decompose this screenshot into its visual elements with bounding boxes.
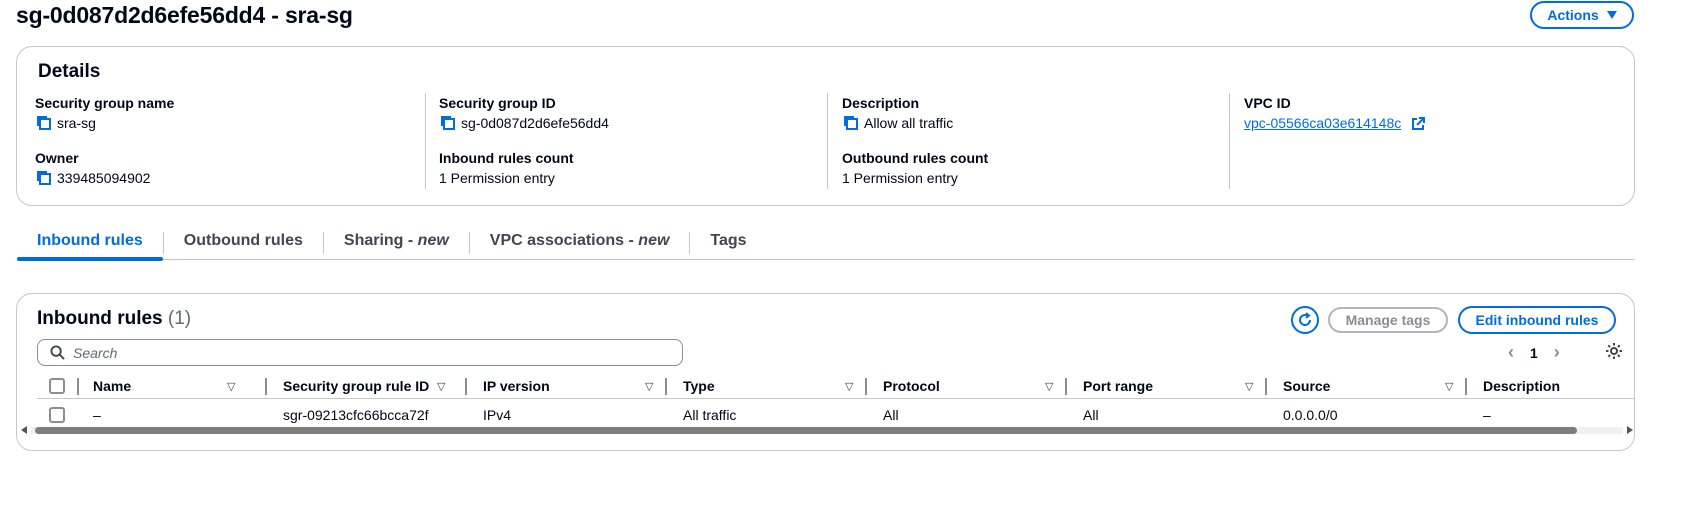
detail-value: 1 Permission entry [842,170,958,186]
table-cell: IPv4 [483,407,512,423]
inbound-rules-title: Inbound rules [37,308,163,329]
search-input[interactable] [73,344,653,361]
detail-owner: Owner 339485094902 [35,148,415,203]
detail-value: 1 Permission entry [439,170,555,186]
details-column-1: Security group name sra-sg Owner 3394850… [35,93,415,203]
detail-value: sra-sg [57,115,96,131]
table-cell: – [93,407,101,423]
detail-value: Allow all traffic [864,115,954,131]
row-select-cell [37,407,87,423]
sort-icon[interactable]: ▽ [1445,380,1453,393]
copy-icon[interactable] [35,114,53,132]
column-divider [1229,93,1230,189]
table-cell: All [1083,407,1099,423]
inbound-rules-panel: Inbound rules (1) Manage tags Edit inbou… [16,293,1635,451]
column-header-port-range[interactable]: Port range ▽ [1067,374,1267,399]
refresh-button[interactable] [1291,306,1319,334]
sort-icon[interactable]: ▽ [845,380,853,393]
copy-icon[interactable] [35,169,53,187]
next-page-icon[interactable]: › [1554,342,1560,363]
table-cell: – [1483,407,1491,423]
select-all-checkbox[interactable] [49,378,65,394]
details-heading: Details [38,61,101,82]
table-header-row: Name ▽ Security group rule ID ▽ IP versi… [37,374,1634,399]
column-header-rule-id[interactable]: Security group rule ID ▽ [267,374,467,399]
detail-label: Description [842,95,920,111]
manage-tags-button[interactable]: Manage tags [1328,307,1448,333]
search-field[interactable] [37,339,683,366]
current-page-number[interactable]: 1 [1530,345,1538,361]
details-panel: Details Security group name sra-sg Owner… [16,46,1635,206]
detail-description: Description Allow all traffic [842,93,1222,148]
detail-vpc-id: VPC ID vpc-05566ca03e614148c [1244,93,1624,148]
select-all-cell [37,374,87,399]
table-cell: sgr-09213cfc66bcca72f [283,407,429,423]
row-checkbox[interactable] [49,407,65,423]
table-cell: All traffic [683,407,737,423]
scrollbar-thumb[interactable] [35,427,1577,434]
horizontal-scrollbar[interactable] [21,425,1633,435]
details-column-4: VPC ID vpc-05566ca03e614148c [1244,93,1624,148]
table-cell: All [883,407,899,423]
caret-down-icon [1606,11,1617,19]
page-title: sg-0d087d2d6efe56dd4 - sra-sg [16,2,353,28]
column-header-ip-version[interactable]: IP version ▽ [467,374,667,399]
tab-bar: Inbound rules Outbound rules Sharing - n… [17,226,1635,261]
actions-button-label: Actions [1547,7,1599,23]
previous-page-icon[interactable]: ‹ [1508,342,1514,363]
inbound-rules-table: Name ▽ Security group rule ID ▽ IP versi… [37,374,1634,431]
tab-outbound-rules[interactable]: Outbound rules [164,226,323,259]
detail-value: 339485094902 [57,170,151,186]
tab-tags[interactable]: Tags [690,226,766,259]
detail-label: VPC ID [1244,95,1291,111]
detail-security-group-id: Security group ID sg-0d087d2d6efe56dd4 [439,93,819,148]
edit-inbound-rules-button[interactable]: Edit inbound rules [1458,306,1616,334]
scroll-left-icon[interactable] [21,426,27,434]
inbound-rules-heading: Inbound rules (1) [37,308,191,330]
detail-label: Security group ID [439,95,556,111]
copy-icon[interactable] [842,114,860,132]
detail-inbound-rules-count: Inbound rules count 1 Permission entry [439,148,819,203]
sort-icon[interactable]: ▽ [645,380,653,393]
column-divider [425,93,426,189]
table-cell: 0.0.0.0/0 [1283,407,1338,423]
detail-security-group-name: Security group name sra-sg [35,93,415,148]
column-header-protocol[interactable]: Protocol ▽ [867,374,1067,399]
sort-icon[interactable]: ▽ [227,380,235,393]
detail-value: sg-0d087d2d6efe56dd4 [461,115,609,131]
column-header-name[interactable]: Name ▽ [87,374,267,399]
column-divider [827,93,828,189]
tab-sharing[interactable]: Sharing - new [324,226,469,259]
vpc-id-link[interactable]: vpc-05566ca03e614148c [1244,113,1401,133]
inbound-rules-count: (1) [167,308,192,329]
column-header-description[interactable]: Description [1467,374,1634,399]
actions-button[interactable]: Actions [1530,1,1634,29]
copy-icon[interactable] [439,114,457,132]
column-header-type[interactable]: Type ▽ [667,374,867,399]
detail-label: Outbound rules count [842,150,989,166]
pagination: ‹ 1 › [1508,342,1560,363]
tab-vpc-associations[interactable]: VPC associations - new [470,226,690,259]
detail-label: Security group name [35,95,175,111]
sort-icon[interactable]: ▽ [437,380,445,393]
search-icon [50,345,65,360]
tab-inbound-rules[interactable]: Inbound rules [17,226,163,261]
scroll-right-icon[interactable] [1627,426,1633,434]
detail-label: Owner [35,150,79,166]
sort-icon[interactable]: ▽ [1045,380,1053,393]
details-column-3: Description Allow all traffic Outbound r… [842,93,1222,203]
details-column-2: Security group ID sg-0d087d2d6efe56dd4 I… [439,93,819,203]
detail-outbound-rules-count: Outbound rules count 1 Permission entry [842,148,1222,203]
column-header-source[interactable]: Source ▽ [1267,374,1467,399]
external-link-icon[interactable] [1411,116,1426,130]
gear-icon[interactable] [1605,342,1623,360]
refresh-icon [1299,312,1312,326]
detail-label: Inbound rules count [439,150,574,166]
sort-icon[interactable]: ▽ [1245,380,1253,393]
